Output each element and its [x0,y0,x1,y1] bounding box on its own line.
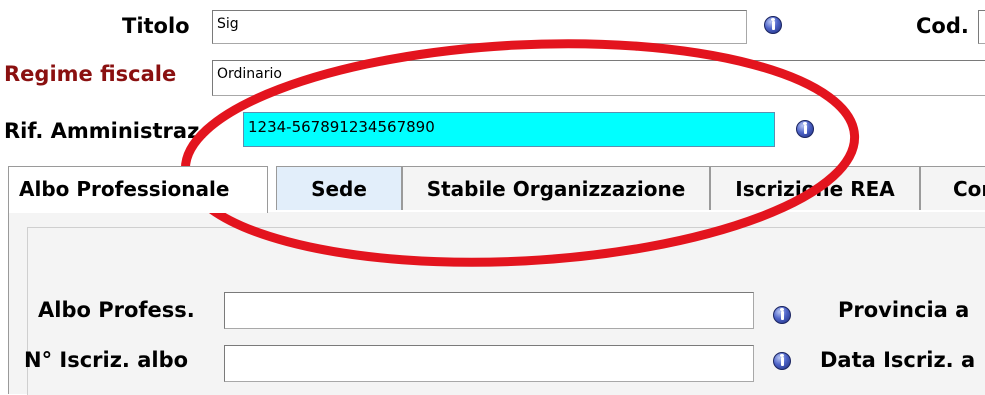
cod-label: Cod. [916,14,969,38]
n-iscriz-albo-field[interactable] [224,345,754,382]
tab-stabile-organizzazione[interactable]: Stabile Organizzazione [402,166,710,210]
albo-profess-label: Albo Profess. [38,298,195,322]
info-icon[interactable] [796,120,814,138]
rif-amministraz-label: Rif. Amministraz. [4,119,208,143]
regime-fiscale-label: Regime fiscale [4,62,177,86]
info-icon[interactable] [773,352,791,370]
tab-sede[interactable]: Sede [276,166,402,210]
rif-amministraz-field[interactable]: 1234-567891234567890 [243,112,775,147]
data-iscriz-label: Data Iscriz. a [820,348,976,372]
provincia-label: Provincia a [838,298,970,322]
info-icon[interactable] [773,306,791,324]
cod-field[interactable] [978,10,985,44]
titolo-field[interactable]: Sig [212,10,747,44]
info-icon[interactable] [764,16,782,34]
n-iscriz-albo-label: N° Iscriz. albo [24,348,189,372]
tab-cor[interactable]: Cor [920,166,985,210]
titolo-label: Titolo [122,14,190,38]
tab-iscrizione-rea[interactable]: Iscrizione REA [710,166,920,210]
tab-bar: Albo Professionale Sede Stabile Organizz… [8,166,985,213]
regime-fiscale-field[interactable]: Ordinario [212,60,985,96]
tab-albo-professionale[interactable]: Albo Professionale [8,166,268,213]
albo-profess-field[interactable] [224,292,754,329]
